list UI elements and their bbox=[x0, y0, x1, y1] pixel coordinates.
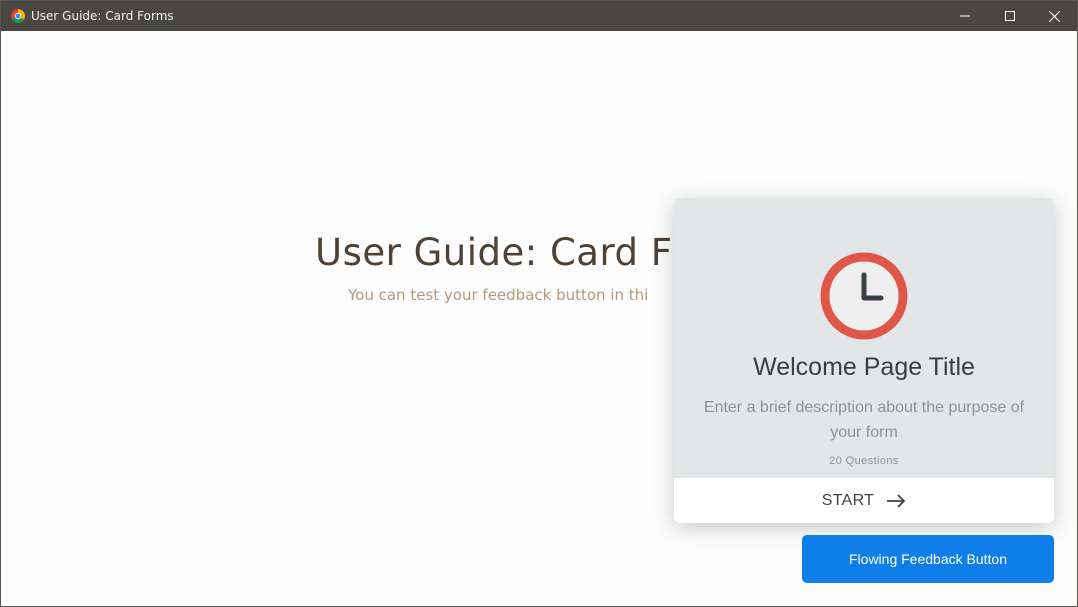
card-description: Enter a brief description about the purp… bbox=[703, 399, 1025, 441]
browser-window: User Guide: Card Forms User Guide: Card bbox=[0, 0, 1078, 607]
window-title: User Guide: Card Forms bbox=[31, 9, 174, 23]
start-button[interactable]: START bbox=[674, 478, 1054, 523]
maximize-button[interactable] bbox=[987, 1, 1032, 31]
close-icon bbox=[1049, 10, 1060, 22]
arrow-right-icon bbox=[887, 493, 906, 508]
page-content: User Guide: Card F You can test your fee… bbox=[1, 31, 1077, 606]
minimize-icon bbox=[959, 15, 970, 17]
question-count: 20 Questions bbox=[829, 455, 899, 467]
chrome-icon bbox=[11, 9, 25, 23]
feedback-button[interactable]: Flowing Feedback Button bbox=[802, 535, 1054, 583]
start-label: START bbox=[821, 491, 875, 509]
close-button[interactable] bbox=[1032, 1, 1077, 31]
title-bar: User Guide: Card Forms bbox=[1, 1, 1077, 31]
clock-icon bbox=[820, 252, 908, 340]
maximize-icon bbox=[1004, 11, 1015, 21]
minimize-button[interactable] bbox=[942, 1, 987, 31]
page-title: User Guide: Card F bbox=[315, 231, 673, 274]
welcome-card: Welcome Page Title Enter a brief descrip… bbox=[674, 198, 1054, 523]
page-subtitle: You can test your feedback button in thi bbox=[348, 286, 649, 304]
card-title: Welcome Page Title bbox=[753, 353, 975, 381]
window-controls bbox=[942, 1, 1077, 31]
